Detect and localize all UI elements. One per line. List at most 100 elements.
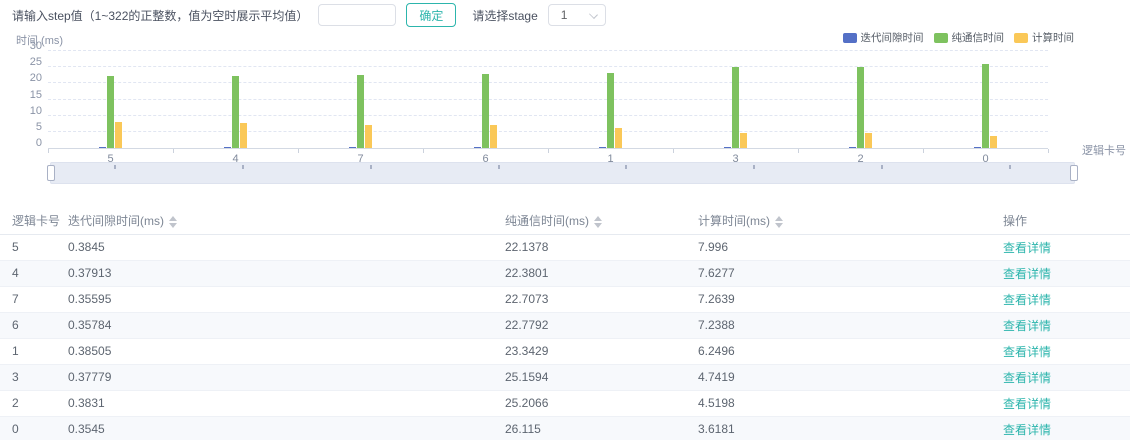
controls-bar: 请输入step值（1~322的正整数，值为空时展示平均值） 确定 请选择stag… — [0, 0, 1130, 30]
sort-ascending-icon[interactable] — [594, 216, 602, 221]
y-tick-label: 10 — [6, 105, 42, 117]
column-header-label: 操作 — [1003, 214, 1027, 228]
bar-计算时间-card6 — [490, 125, 497, 148]
bar-计算时间-card0 — [990, 136, 997, 148]
bar-计算时间-card4 — [240, 123, 247, 148]
sort-ascending-icon[interactable] — [169, 216, 177, 221]
column-header-1[interactable]: 迭代间隙时间(ms) — [68, 208, 505, 234]
table-row-card0: 00.354526.1153.6181查看详情 — [0, 416, 1130, 440]
bar-纯通信时间-card3 — [732, 67, 739, 148]
column-header-2[interactable]: 纯通信时间(ms) — [505, 208, 698, 234]
y-tick-label: 25 — [6, 56, 42, 68]
cell-col3: 4.7419 — [698, 364, 1003, 390]
legend-label: 迭代间隙时间 — [861, 30, 924, 45]
sort-descending-icon[interactable] — [594, 223, 602, 228]
x-axis-name: 逻辑卡号 — [1082, 142, 1126, 158]
x-axis-tick — [923, 149, 924, 153]
cell-col3: 6.2496 — [698, 338, 1003, 364]
cell-col0: 3 — [0, 364, 68, 390]
chevron-down-icon — [589, 10, 598, 19]
legend-marker-icon — [1014, 33, 1028, 43]
column-header-label: 迭代间隙时间(ms) — [68, 214, 164, 228]
cell-col2: 22.1378 — [505, 234, 698, 260]
table-row-card1: 10.3850523.34296.2496查看详情 — [0, 338, 1130, 364]
cell-col2: 26.115 — [505, 416, 698, 440]
view-details-link[interactable]: 查看详情 — [1003, 241, 1051, 255]
view-details-link[interactable]: 查看详情 — [1003, 397, 1051, 411]
stage-select-label: 请选择stage — [472, 7, 537, 24]
datazoom-data-mark — [114, 165, 116, 169]
sort-icon — [775, 216, 783, 228]
datazoom-data-mark — [753, 165, 755, 169]
bar-迭代间隙时间-card7 — [349, 147, 356, 148]
bar-chart: 时间 (ms) 迭代间隙时间纯通信时间计算时间 0510152025305476… — [0, 30, 1130, 190]
datazoom-slider[interactable] — [50, 162, 1075, 184]
bar-纯通信时间-card0 — [982, 64, 989, 148]
cell-col0: 5 — [0, 234, 68, 260]
datazoom-right-handle[interactable] — [1070, 165, 1078, 181]
legend-item-1[interactable]: 纯通信时间 — [934, 30, 1005, 45]
view-details-link[interactable]: 查看详情 — [1003, 293, 1051, 307]
bar-迭代间隙时间-card6 — [474, 147, 481, 148]
cell-col0: 4 — [0, 260, 68, 286]
bar-纯通信时间-card5 — [107, 76, 114, 148]
confirm-button[interactable]: 确定 — [406, 3, 456, 27]
view-details-link[interactable]: 查看详情 — [1003, 345, 1051, 359]
cell-col2: 22.3801 — [505, 260, 698, 286]
view-details-link[interactable]: 查看详情 — [1003, 267, 1051, 281]
bar-计算时间-card3 — [740, 133, 747, 148]
column-header-0: 逻辑卡号 — [0, 208, 68, 234]
bar-迭代间隙时间-card1 — [599, 147, 606, 148]
cell-col1: 0.3831 — [68, 390, 505, 416]
column-header-4: 操作 — [1003, 208, 1130, 234]
cell-col0: 1 — [0, 338, 68, 364]
datazoom-data-mark — [625, 165, 627, 169]
view-details-link[interactable]: 查看详情 — [1003, 371, 1051, 385]
view-details-link[interactable]: 查看详情 — [1003, 423, 1051, 437]
sort-ascending-icon[interactable] — [775, 216, 783, 221]
bar-迭代间隙时间-card2 — [849, 147, 856, 148]
bar-迭代间隙时间-card3 — [724, 147, 731, 148]
cell-action: 查看详情 — [1003, 416, 1130, 440]
y-tick-label: 15 — [6, 89, 42, 101]
cell-col1: 0.35595 — [68, 286, 505, 312]
y-tick-label: 0 — [6, 137, 42, 149]
stage-select[interactable]: 1 — [548, 4, 606, 26]
view-details-link[interactable]: 查看详情 — [1003, 319, 1051, 333]
legend-item-2[interactable]: 计算时间 — [1014, 30, 1074, 45]
cell-col1: 0.37779 — [68, 364, 505, 390]
datazoom-data-mark — [242, 165, 244, 169]
datazoom-left-handle[interactable] — [47, 165, 55, 181]
cell-action: 查看详情 — [1003, 364, 1130, 390]
x-axis-tick — [548, 149, 549, 153]
legend-item-0[interactable]: 迭代间隙时间 — [843, 30, 924, 45]
cell-col3: 7.2639 — [698, 286, 1003, 312]
cell-col3: 7.6277 — [698, 260, 1003, 286]
metrics-table-block: 逻辑卡号迭代间隙时间(ms)纯通信时间(ms)计算时间(ms)操作 50.384… — [0, 208, 1130, 440]
step-input[interactable] — [318, 4, 396, 26]
bar-纯通信时间-card7 — [357, 75, 364, 148]
cell-col1: 0.3545 — [68, 416, 505, 440]
x-axis-tick — [798, 149, 799, 153]
x-axis-tick — [48, 149, 49, 153]
table-row-card2: 20.383125.20664.5198查看详情 — [0, 390, 1130, 416]
table-body: 50.384522.13787.996查看详情40.3791322.38017.… — [0, 234, 1130, 440]
cell-col3: 3.6181 — [698, 416, 1003, 440]
y-tick-label: 30 — [6, 40, 42, 52]
datazoom-data-mark — [370, 165, 372, 169]
cell-col2: 22.7073 — [505, 286, 698, 312]
cell-col2: 25.1594 — [505, 364, 698, 390]
cell-action: 查看详情 — [1003, 338, 1130, 364]
cell-col1: 0.37913 — [68, 260, 505, 286]
sort-descending-icon[interactable] — [775, 223, 783, 228]
gridline — [48, 82, 1048, 83]
table-row-card5: 50.384522.13787.996查看详情 — [0, 234, 1130, 260]
sort-icon — [594, 216, 602, 228]
column-header-3[interactable]: 计算时间(ms) — [698, 208, 1003, 234]
step-input-label: 请输入step值（1~322的正整数，值为空时展示平均值） — [12, 7, 308, 24]
sort-descending-icon[interactable] — [169, 223, 177, 228]
gridline — [48, 66, 1048, 67]
bar-纯通信时间-card4 — [232, 76, 239, 148]
x-axis-tick — [298, 149, 299, 153]
column-header-label: 纯通信时间(ms) — [505, 214, 589, 228]
